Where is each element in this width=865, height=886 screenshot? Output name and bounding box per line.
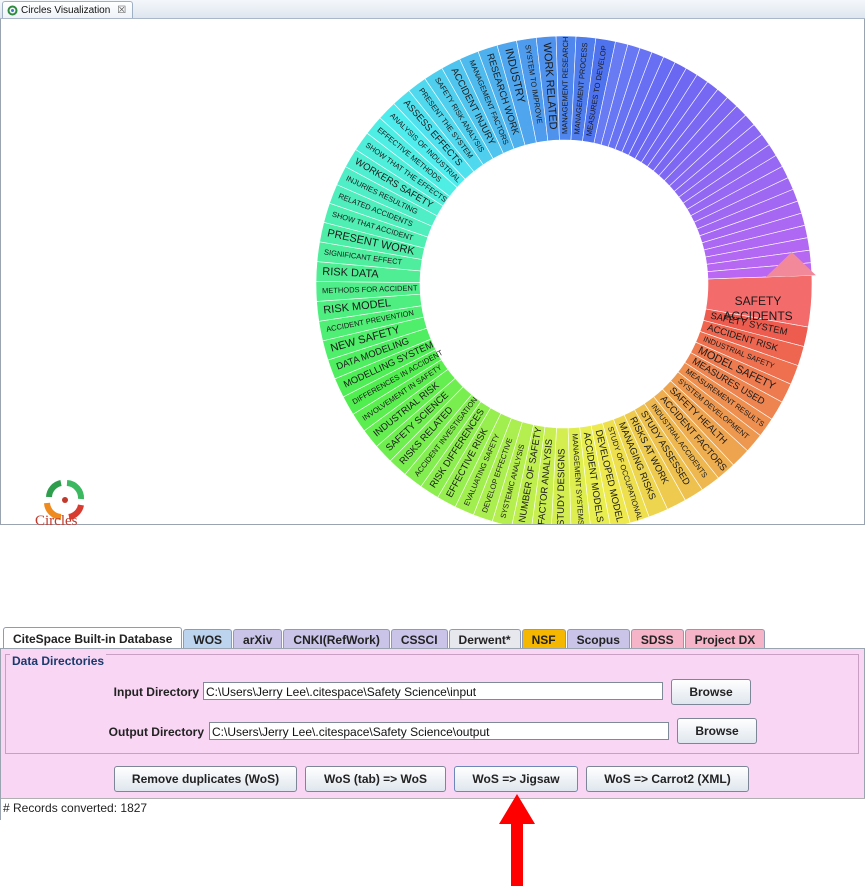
circle-diagram[interactable]: SAFETY SYSTEMACCIDENT RISKINDUSTRIAL SAF… bbox=[1, 19, 864, 524]
logo-text: Circles bbox=[35, 513, 78, 529]
circles-view-icon bbox=[7, 5, 18, 15]
database-tab-content: Data Directories Input Directory C:\User… bbox=[0, 648, 865, 820]
tab-wos[interactable]: WOS bbox=[183, 629, 233, 650]
citespace-data-panel: CiteSpace Built-in Database WOS arXiv CNKI(… bbox=[0, 627, 865, 820]
close-icon[interactable]: ☒ bbox=[117, 5, 126, 16]
red-arrow-annotation bbox=[499, 794, 535, 886]
tab-sdss[interactable]: SDSS bbox=[630, 629, 684, 650]
input-directory-field[interactable]: C:\Users\Jerry Lee\.citespace\Safety Sci… bbox=[203, 682, 663, 700]
wos-tab-to-wos-button[interactable]: WoS (tab) => WoS bbox=[305, 766, 446, 792]
tab-scopus[interactable]: Scopus bbox=[566, 629, 630, 650]
view-tab-bar: Circles Visualization ☒ bbox=[0, 0, 865, 19]
segment-label: MANAGEMENT RESEARCH bbox=[560, 37, 570, 134]
group-title: Data Directories bbox=[10, 654, 107, 668]
highlighted-segment-label: ACCIDENTS bbox=[723, 309, 792, 323]
tab-citespace-built-in-database[interactable]: CiteSpace Built-in Database bbox=[3, 627, 183, 650]
browse-output-button[interactable]: Browse bbox=[677, 718, 757, 744]
output-directory-label: Output Directory bbox=[108, 725, 204, 739]
tab-arxiv[interactable]: arXiv bbox=[233, 629, 283, 650]
output-directory-field[interactable]: C:\Users\Jerry Lee\.citespace\Safety Sci… bbox=[209, 722, 669, 740]
circles-visualization-window: Circles Visualization ☒ SAFETY SYSTEM ACC… bbox=[0, 0, 865, 529]
tab-circles-visualization[interactable]: Circles Visualization ☒ bbox=[2, 1, 134, 18]
tab-cssci[interactable]: CSSCI bbox=[390, 629, 448, 650]
wos-to-jigsaw-button[interactable]: WoS => Jigsaw bbox=[454, 766, 578, 792]
highlighted-segment-label: SAFETY bbox=[735, 294, 782, 308]
input-directory-label: Input Directory bbox=[113, 685, 199, 699]
segment-label: STUDY DESIGNS bbox=[556, 448, 568, 524]
tab-label: Circles Visualization bbox=[21, 4, 111, 16]
wos-to-carrot2-button[interactable]: WoS => Carrot2 (XML) bbox=[586, 766, 749, 792]
tab-derwent[interactable]: Derwent* bbox=[448, 629, 521, 650]
conversion-log: # Records converted: 1827 bbox=[1, 798, 865, 820]
data-directories-group: Data Directories Input Directory C:\User… bbox=[5, 654, 859, 754]
browse-input-button[interactable]: Browse bbox=[671, 679, 751, 705]
database-tabs: CiteSpace Built-in Database WOS arXiv CNKI(… bbox=[3, 627, 766, 650]
visualization-canvas[interactable]: SAFETY SYSTEM ACCIDENT RISK INDUSTRIAL SAF… bbox=[0, 19, 865, 529]
conversion-button-bar: Remove duplicates (WoS) WoS (tab) => WoS… bbox=[1, 757, 864, 797]
tab-cnki-refwork[interactable]: CNKI(RefWork) bbox=[283, 629, 390, 650]
tab-project-dx[interactable]: Project DX bbox=[684, 629, 766, 650]
tab-nsf[interactable]: NSF bbox=[521, 629, 566, 650]
remove-duplicates-button[interactable]: Remove duplicates (WoS) bbox=[114, 766, 297, 792]
